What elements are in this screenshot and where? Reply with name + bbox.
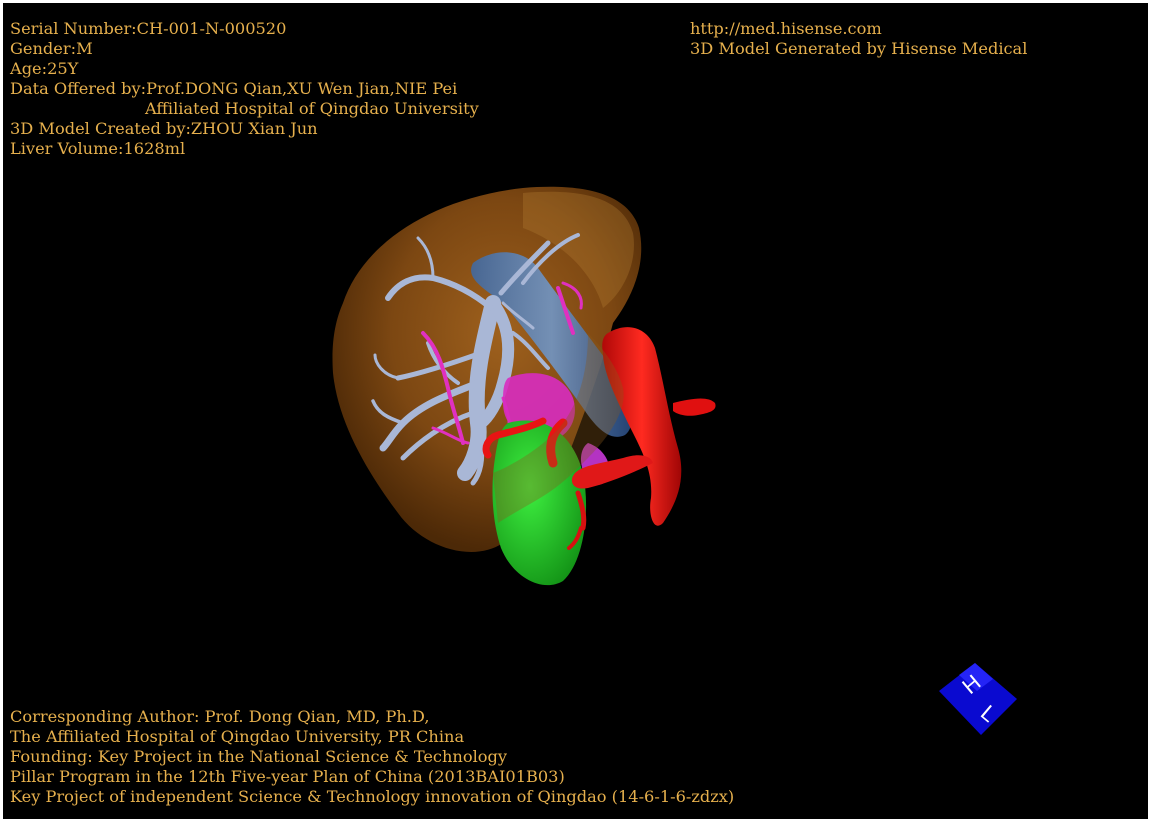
corresponding-author: Corresponding Author: Prof. Dong Qian, M… (10, 707, 430, 726)
gender: Gender:M (10, 39, 93, 58)
vendor-url: http://med.hisense.com (690, 19, 882, 38)
serial-number: Serial Number:CH-001-N-000520 (10, 19, 287, 38)
generated-by: 3D Model Generated by Hisense Medical (690, 39, 1028, 58)
founding: Founding: Key Project in the National Sc… (10, 747, 508, 766)
liver-volume: Liver Volume:1628ml (10, 139, 186, 158)
credits-block: Corresponding Author: Prof. Dong Qian, M… (10, 707, 734, 807)
key-project: Key Project of independent Science & Tec… (10, 787, 735, 806)
orientation-cube[interactable]: H L (933, 655, 1019, 741)
model-created-by: 3D Model Created by:ZHOU Xian Jun (10, 119, 318, 138)
data-offered-by: Data Offered by:Prof.DONG Qian,XU Wen Ji… (10, 79, 458, 98)
affiliation: Affiliated Hospital of Qingdao Universit… (145, 99, 479, 118)
patient-info-block: Serial Number:CH-001-N-000520 Gender:M A… (10, 19, 479, 159)
hospital: The Affiliated Hospital of Qingdao Unive… (10, 727, 465, 746)
pillar-program: Pillar Program in the 12th Five-year Pla… (10, 767, 565, 786)
vendor-info-block: http://med.hisense.com 3D Model Generate… (690, 19, 1027, 59)
3d-viewport[interactable]: Serial Number:CH-001-N-000520 Gender:M A… (3, 3, 1148, 819)
age: Age:25Y (10, 59, 79, 78)
